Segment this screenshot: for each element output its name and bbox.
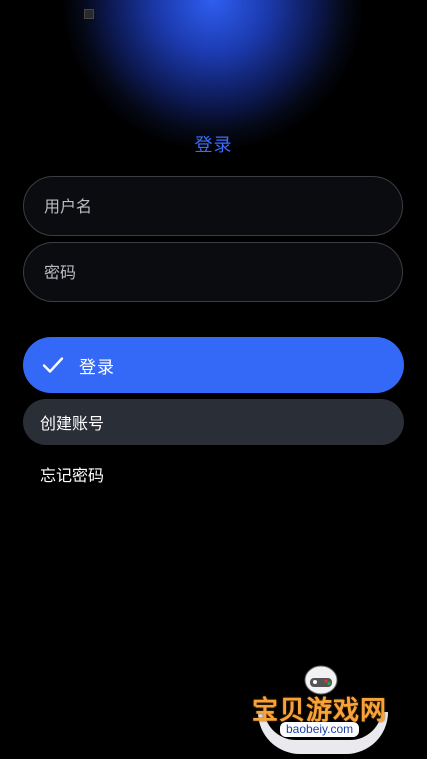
password-input[interactable] — [42, 261, 384, 283]
forgot-password-link[interactable]: 忘记密码 — [40, 462, 104, 486]
watermark-url: baobeiy.com — [280, 722, 360, 737]
page-title: 登录 — [194, 135, 233, 156]
background-glow — [63, 0, 363, 150]
login-button-label: 登录 — [79, 357, 115, 378]
username-input[interactable] — [42, 195, 384, 217]
watermark-logo: 宝贝游戏网 baobeiy.com — [250, 662, 400, 754]
username-field[interactable] — [23, 176, 403, 236]
checkmark-icon — [42, 357, 64, 373]
status-indicator-icon — [84, 9, 94, 19]
create-account-label: 创建账号 — [40, 414, 105, 433]
create-account-button[interactable]: 创建账号 — [23, 399, 404, 445]
password-field[interactable] — [23, 242, 403, 302]
login-button[interactable]: 登录 — [23, 337, 404, 393]
